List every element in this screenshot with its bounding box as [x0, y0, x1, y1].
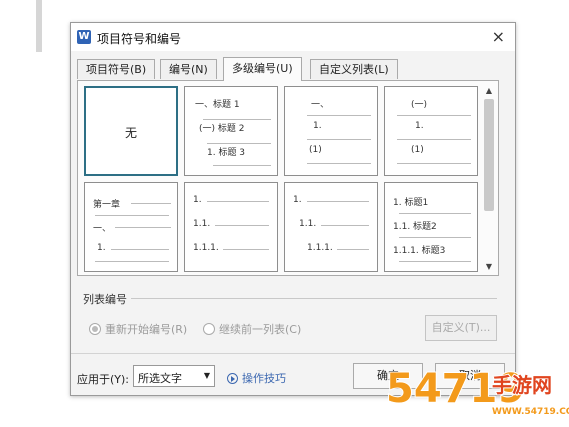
tips-link[interactable]: 操作技巧	[227, 370, 286, 386]
style-decimal-outline[interactable]: 1. 1.1. 1.1.1.	[184, 182, 278, 272]
apply-to-select[interactable]: 所选文字 ▼	[133, 365, 215, 387]
play-circle-icon	[227, 373, 238, 384]
style-gallery: 无 一、标题 1 (一) 标题 2 1. 标题 3 一、 1. (1) (一)	[84, 86, 484, 272]
apply-to-label: 应用于(Y):	[77, 373, 130, 386]
tab-custom-list[interactable]: 自定义列表(L)	[310, 59, 398, 79]
site-watermark-logo: 54719 手游网 WWW.54719.COM	[385, 365, 569, 417]
customize-button[interactable]: 自定义(T)...	[425, 315, 497, 341]
tab-bullets[interactable]: 项目符号(B)	[77, 59, 156, 79]
bullets-numbering-dialog: W 项目符号和编号 × 项目符号(B) 编号(N) 多级编号(U) 自定义列表(…	[70, 22, 516, 396]
continue-list-option[interactable]: 继续前一列表(C)	[203, 321, 301, 336]
radio-icon[interactable]	[203, 323, 215, 335]
svg-text:WWW.54719.COM: WWW.54719.COM	[492, 407, 569, 417]
restart-numbering-option[interactable]: 重新开始编号(R)	[89, 321, 187, 336]
tab-multilevel[interactable]: 多级编号(U)	[223, 57, 302, 81]
radio-icon[interactable]	[89, 323, 101, 335]
style-none-label: 无	[124, 126, 137, 140]
chevron-down-icon[interactable]: ▼	[482, 261, 496, 273]
multilevel-panel: 无 一、标题 1 (一) 标题 2 1. 标题 3 一、 1. (1) (一)	[77, 80, 499, 276]
style-decimal-heading[interactable]: 1. 标题1 1.1. 标题2 1.1.1. 标题3	[384, 182, 478, 272]
title-bar: W 项目符号和编号 ×	[71, 23, 515, 51]
tab-numbering[interactable]: 编号(N)	[160, 59, 217, 79]
style-heading-chinese[interactable]: 一、标题 1 (一) 标题 2 1. 标题 3	[184, 86, 278, 176]
close-icon[interactable]: ×	[492, 27, 505, 46]
style-decimal-indented[interactable]: 1. 1.1. 1.1.1.	[284, 182, 378, 272]
list-numbering-label: 列表编号	[83, 293, 127, 306]
dialog-title: 项目符号和编号	[97, 32, 182, 46]
scroll-thumb[interactable]	[484, 99, 494, 211]
style-parenthesized-chinese[interactable]: (一) 1. (1)	[384, 86, 478, 176]
dropdown-arrow-icon: ▼	[203, 371, 210, 380]
section-divider	[131, 298, 497, 299]
chevron-up-icon[interactable]: ▲	[482, 85, 496, 97]
style-none[interactable]: 无	[84, 86, 178, 176]
svg-text:手游网: 手游网	[492, 373, 552, 397]
background-bar	[36, 0, 42, 52]
gallery-scrollbar[interactable]: ▲ ▼	[482, 85, 496, 273]
style-chapter[interactable]: 第一章 一、 1.	[84, 182, 178, 272]
style-chinese-numbers[interactable]: 一、 1. (1)	[284, 86, 378, 176]
wps-writer-icon: W	[77, 30, 91, 44]
